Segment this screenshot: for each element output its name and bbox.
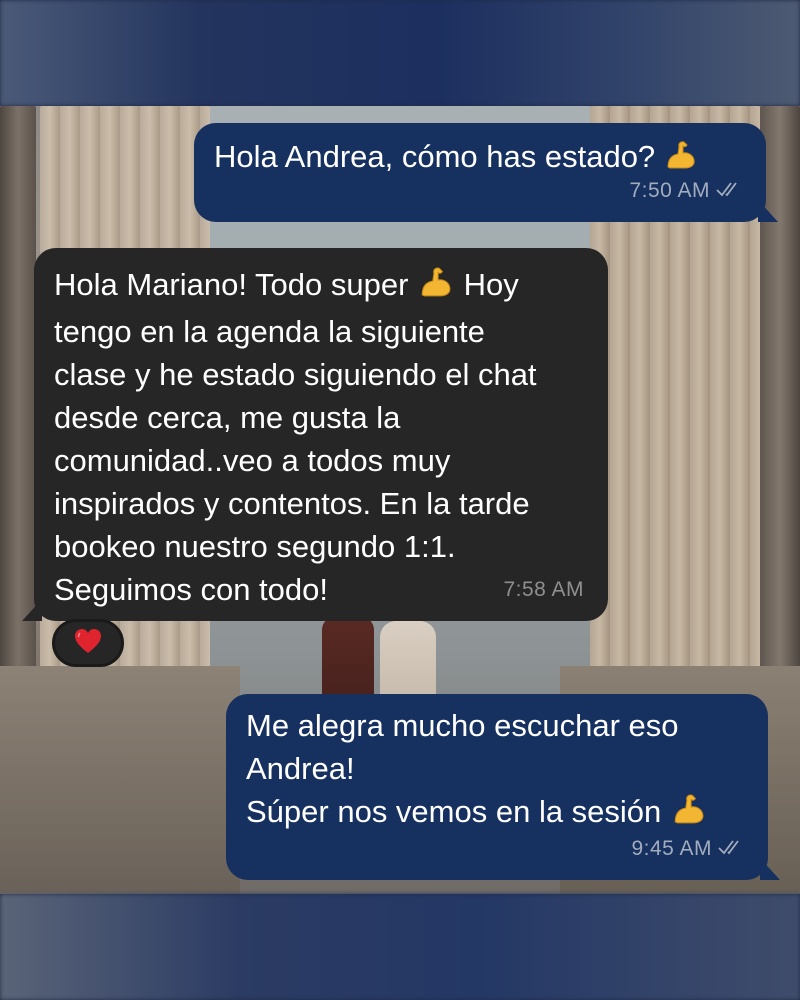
message-meta: 9:45 AM (631, 827, 744, 870)
blurred-bottom-band (0, 894, 800, 1000)
bubble-tail (760, 858, 780, 880)
wallpaper-column-base (0, 666, 240, 894)
bubble-tail (22, 599, 42, 621)
incoming-message-bubble[interactable]: Hola Mariano! Todo super Hoy tengo en la… (22, 248, 608, 621)
outgoing-message-bubble[interactable]: Hola Andrea, cómo has estado? 7:50 AM (194, 123, 778, 222)
red-heart-icon (73, 627, 103, 660)
message-text: Hola Mariano! Todo super Hoy tengo en la… (54, 263, 588, 611)
message-meta: 7:58 AM (503, 568, 584, 611)
double-check-icon (718, 827, 744, 870)
double-check-icon (716, 169, 742, 212)
message-time: 7:50 AM (629, 179, 710, 202)
message-text: Me alegra mucho escuchar eso Andrea! Súp… (246, 704, 746, 837)
flexed-biceps-emoji (417, 263, 455, 310)
blurred-top-band (0, 0, 800, 106)
message-meta: 7:50 AM (629, 169, 742, 212)
message-time: 9:45 AM (631, 837, 712, 860)
heart-reaction[interactable] (52, 619, 124, 667)
message-time: 7:58 AM (503, 578, 584, 601)
outgoing-message-bubble[interactable]: Me alegra mucho escuchar eso Andrea! Súp… (226, 694, 780, 880)
bubble-tail (758, 200, 778, 222)
